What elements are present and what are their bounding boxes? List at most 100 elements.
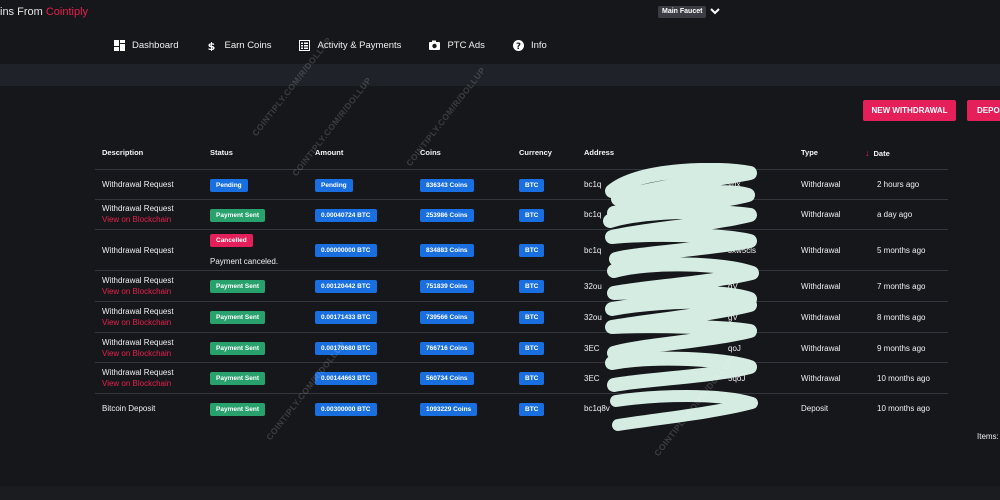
view-on-blockchain-link[interactable]: View on Blockchain xyxy=(102,215,174,224)
nav-info-label: Info xyxy=(530,39,547,51)
table-row: Bitcoin Deposit Payment Sent 0.00300000 … xyxy=(95,393,948,424)
row-type: Withdrawal xyxy=(801,313,841,322)
row-type: Withdrawal xyxy=(801,210,841,219)
row-date: 10 months ago xyxy=(877,404,930,413)
watermark-text: COINTIPLY.COM/R/DOLLUP xyxy=(290,75,374,178)
status-badge: Cancelled xyxy=(210,234,253,247)
table-row: Withdrawal Request View on Blockchain Pa… xyxy=(95,270,948,302)
col-status[interactable]: Status xyxy=(210,148,233,157)
row-description: Withdrawal Request xyxy=(102,276,174,285)
currency-badge: BTC xyxy=(519,244,545,257)
row-description-group: Withdrawal Request View on Blockchain xyxy=(102,276,174,296)
camera-icon xyxy=(429,40,441,50)
row-description-group: Withdrawal Request View on Blockchain xyxy=(102,204,174,224)
view-on-blockchain-link[interactable]: View on Blockchain xyxy=(102,318,174,327)
row-description: Withdrawal Request xyxy=(102,246,174,255)
row-type: Deposit xyxy=(801,404,829,413)
view-on-blockchain-link[interactable]: View on Blockchain xyxy=(102,379,174,388)
coins-badge: 766716 Coins xyxy=(420,342,474,355)
table-row: Withdrawal Request View on Blockchain Pa… xyxy=(95,362,948,394)
currency-badge: BTC xyxy=(519,280,545,293)
items-per-page-label: Items: xyxy=(977,432,999,441)
amount-badge: Pending xyxy=(315,179,353,192)
row-type: Withdrawal xyxy=(801,344,841,353)
status-badge: Pending xyxy=(210,179,248,192)
coins-badge: 739566 Coins xyxy=(420,311,474,324)
col-date-label: Date xyxy=(873,149,890,158)
coins-badge: 253986 Coins xyxy=(420,209,474,222)
nav-info[interactable]: ? Info xyxy=(499,30,561,60)
brand-prefix: ins From xyxy=(0,6,46,18)
chevron-down-icon[interactable] xyxy=(708,4,722,18)
row-description: Withdrawal Request xyxy=(102,180,174,189)
help-icon: ? xyxy=(512,39,524,51)
row-type: Withdrawal xyxy=(801,246,841,255)
amount-badge: 0.00171433 BTC xyxy=(315,311,377,324)
row-address-start: bc1q xyxy=(584,246,602,255)
nav-earn-coins[interactable]: $ Earn Coins xyxy=(192,30,285,60)
table-row: Withdrawal Request Pending Pending 83634… xyxy=(95,169,948,200)
nav-activity-payments[interactable]: Activity & Payments xyxy=(285,30,415,60)
table-row: Withdrawal Request View on Blockchain Pa… xyxy=(95,199,948,230)
nav-ptc-ads[interactable]: PTC Ads xyxy=(415,30,499,60)
amount-badge: 0.00300000 BTC xyxy=(315,403,377,416)
row-address-start: bc1q xyxy=(584,210,602,219)
status-note: Payment canceled. xyxy=(210,257,279,266)
col-address[interactable]: Address xyxy=(584,148,614,157)
row-date: 8 months ago xyxy=(877,313,926,322)
row-description: Withdrawal Request xyxy=(102,204,174,213)
footer-band xyxy=(0,486,1000,500)
main-nav: Dashboard $ Earn Coins Activity & Paymen… xyxy=(108,30,561,60)
dollar-icon: $ xyxy=(208,40,216,51)
brand-name[interactable]: Cointiply xyxy=(46,6,88,18)
row-type: Withdrawal xyxy=(801,374,841,383)
row-date: 7 months ago xyxy=(877,282,926,291)
new-withdrawal-button[interactable]: NEW WITHDRAWAL xyxy=(863,100,956,121)
svg-text:$: $ xyxy=(208,40,216,51)
currency-badge: BTC xyxy=(519,179,545,192)
deposit-button[interactable]: DEPOS xyxy=(967,100,1000,121)
sub-header-band xyxy=(0,64,1000,86)
coins-badge: 1093229 Coins xyxy=(420,403,478,416)
col-description[interactable]: Description xyxy=(102,148,143,157)
table-row: Withdrawal Request View on Blockchain Pa… xyxy=(95,301,948,333)
col-date[interactable]: ↓ Date xyxy=(865,148,890,158)
nav-ptc-ads-label: PTC Ads xyxy=(447,39,485,51)
row-date: 9 months ago xyxy=(877,344,926,353)
row-address-start: 3EC xyxy=(584,344,600,353)
table-header: Description Status Amount Coins Currency… xyxy=(0,144,1000,160)
top-bar: ins From Cointiply Main Faucet Dashboard… xyxy=(0,0,1000,64)
row-description: Bitcoin Deposit xyxy=(102,404,156,413)
col-type[interactable]: Type xyxy=(801,148,818,157)
col-currency[interactable]: Currency xyxy=(519,148,552,157)
row-description-group: Withdrawal Request View on Blockchain xyxy=(102,338,174,358)
nav-dashboard-label: Dashboard xyxy=(132,39,179,51)
coins-badge: 836343 Coins xyxy=(420,179,474,192)
row-description: Withdrawal Request xyxy=(102,368,174,377)
coins-badge: 751839 Coins xyxy=(420,280,474,293)
view-on-blockchain-link[interactable]: View on Blockchain xyxy=(102,287,174,296)
currency-badge: BTC xyxy=(519,209,545,222)
address-redaction xyxy=(603,163,759,431)
status-badge: Payment Sent xyxy=(210,372,265,385)
amount-badge: 0.00040724 BTC xyxy=(315,209,377,222)
row-address-start: 3EC xyxy=(584,374,600,383)
row-description: Withdrawal Request xyxy=(102,338,174,347)
status-badge: Payment Sent xyxy=(210,311,265,324)
amount-badge: 0.00000000 BTC xyxy=(315,244,377,257)
nav-dashboard[interactable]: Dashboard xyxy=(108,30,192,60)
table-row: Withdrawal Request View on Blockchain Pa… xyxy=(95,332,948,363)
view-on-blockchain-link[interactable]: View on Blockchain xyxy=(102,349,174,358)
brand-tagline: ins From Cointiply xyxy=(0,6,88,18)
faucet-selector[interactable]: Main Faucet xyxy=(658,6,707,18)
svg-text:?: ? xyxy=(516,41,521,50)
currency-badge: BTC xyxy=(519,342,545,355)
sort-arrow-icon: ↓ xyxy=(865,148,870,158)
row-date: 10 months ago xyxy=(877,374,930,383)
currency-badge: BTC xyxy=(519,311,545,324)
row-description-group: Withdrawal Request View on Blockchain xyxy=(102,368,174,388)
row-type: Withdrawal xyxy=(801,282,841,291)
status-badge: Payment Sent xyxy=(210,209,265,222)
row-type: Withdrawal xyxy=(801,180,841,189)
row-address-start: bc1q xyxy=(584,180,602,189)
